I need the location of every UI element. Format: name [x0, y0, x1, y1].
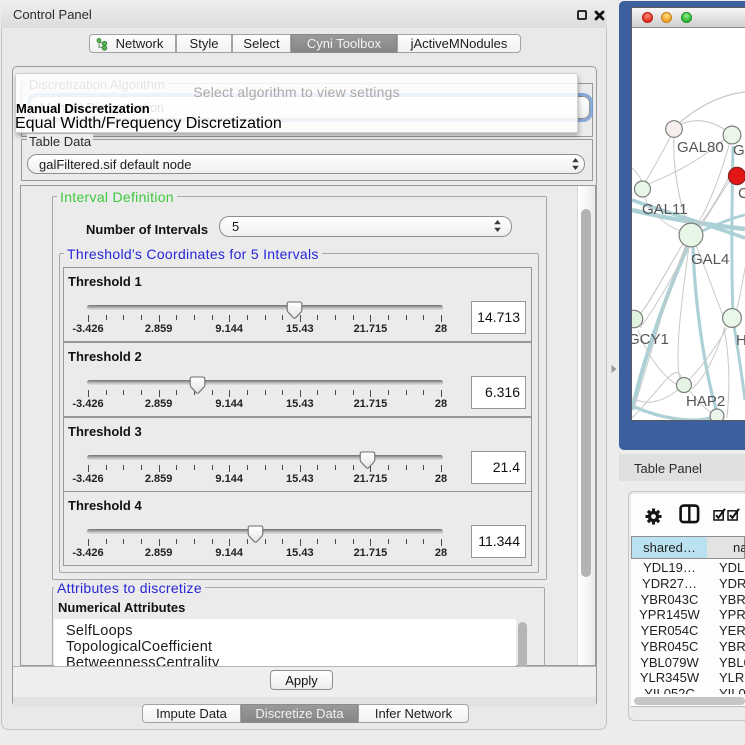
- svg-text:C: C: [738, 185, 745, 202]
- svg-text:H: H: [736, 332, 745, 349]
- svg-text:GAL4: GAL4: [691, 251, 729, 268]
- svg-text:GCY1: GCY1: [632, 331, 669, 348]
- svg-text:GAL11: GAL11: [642, 201, 688, 218]
- svg-text:HAP2: HAP2: [686, 393, 725, 410]
- svg-text:GAL80: GAL80: [677, 139, 724, 156]
- svg-text:GAL4: GAL4: [733, 142, 745, 159]
